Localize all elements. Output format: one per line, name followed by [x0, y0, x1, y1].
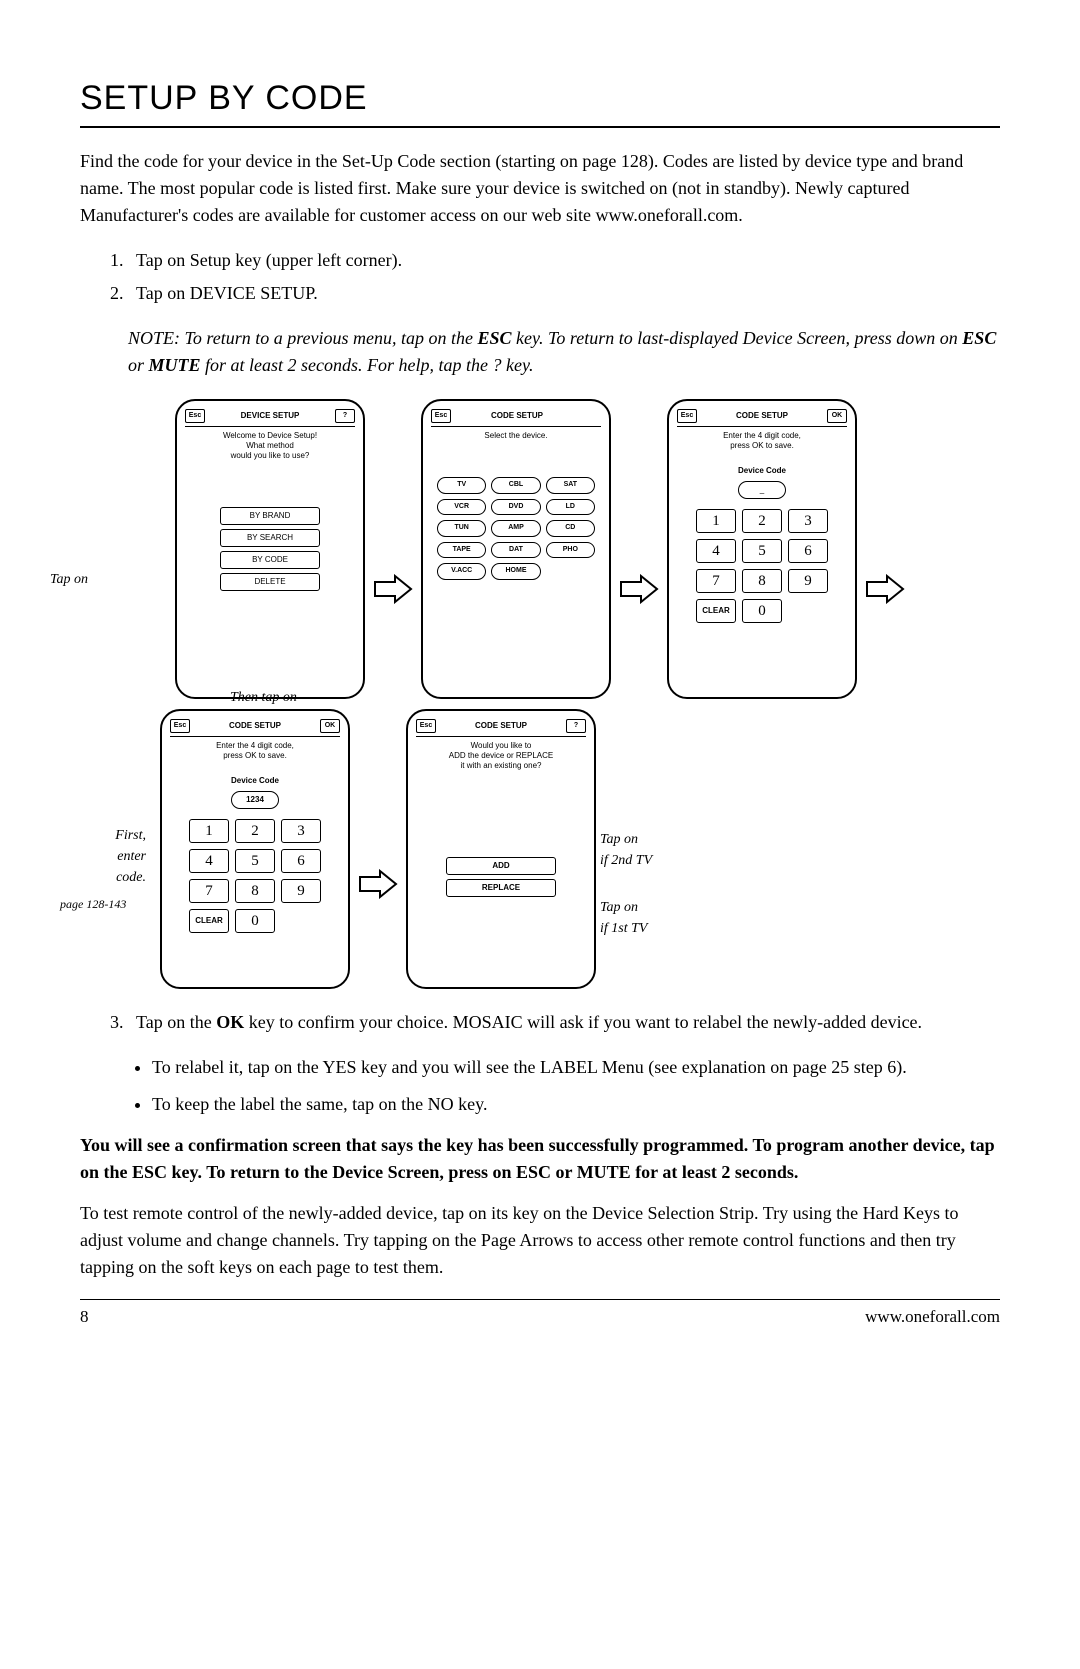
- annot-tap-on-1st: Tap onif 1st TV: [600, 897, 647, 939]
- by-search-button[interactable]: BY SEARCH: [220, 529, 320, 547]
- arrow-right-icon: [619, 574, 659, 604]
- remote3-sub: Enter the 4 digit code, press OK to save…: [683, 431, 841, 451]
- replace-button[interactable]: REPLACE: [446, 879, 556, 897]
- key-8[interactable]: 8: [235, 879, 275, 903]
- device-cd[interactable]: CD: [546, 520, 595, 537]
- device-amp[interactable]: AMP: [491, 520, 540, 537]
- diagram-area: Tap on Tap on Esc DEVICE SETUP ? Welcome…: [80, 399, 1000, 989]
- annot-tap-on-2nd: Tap onif 2nd TV: [600, 829, 652, 871]
- key-5[interactable]: 5: [235, 849, 275, 873]
- remote2-sub: Select the device.: [437, 431, 595, 441]
- key-4[interactable]: 4: [696, 539, 736, 563]
- device-tun[interactable]: TUN: [437, 520, 486, 537]
- step-3: Tap on the OK key to confirm your choice…: [128, 1009, 1000, 1036]
- remote2-title: CODE SETUP: [491, 410, 543, 422]
- ok-button[interactable]: OK: [827, 409, 847, 424]
- esc-button[interactable]: Esc: [170, 719, 190, 734]
- bullet-list: To relabel it, tap on the YES key and yo…: [80, 1054, 1000, 1118]
- device-dvd[interactable]: DVD: [491, 499, 540, 516]
- key-clear[interactable]: CLEAR: [189, 909, 229, 933]
- key-6[interactable]: 6: [788, 539, 828, 563]
- device-code-field: _: [738, 481, 786, 499]
- annot-first-enter-code: First,entercode.: [74, 825, 146, 888]
- key-clear[interactable]: CLEAR: [696, 599, 736, 623]
- diagram-row-1: Tap on Tap on Esc DEVICE SETUP ? Welcome…: [80, 399, 1000, 699]
- device-code-label: Device Code: [170, 775, 340, 787]
- device-home[interactable]: HOME: [491, 563, 540, 580]
- annot-then-tap-on: Then tap on: [230, 687, 297, 708]
- key-0[interactable]: 0: [235, 909, 275, 933]
- device-tv[interactable]: TV: [437, 477, 486, 494]
- page-title: SETUP BY CODE: [80, 73, 1000, 128]
- key-1[interactable]: 1: [189, 819, 229, 843]
- remote5-title: CODE SETUP: [475, 720, 527, 732]
- remote4-title: CODE SETUP: [229, 720, 281, 732]
- remote1-title: DEVICE SETUP: [241, 410, 300, 422]
- bullet-keep-label: To keep the label the same, tap on the N…: [152, 1091, 1000, 1118]
- arrow-right-icon: [358, 869, 398, 899]
- remote-enter-code-filled: Esc CODE SETUP OK Enter the 4 digit code…: [160, 709, 350, 989]
- bullet-relabel: To relabel it, tap on the YES key and yo…: [152, 1054, 1000, 1081]
- esc-button[interactable]: Esc: [416, 719, 436, 734]
- remote-select-device: Esc CODE SETUP Select the device. TV CBL…: [421, 399, 611, 699]
- arrow-right-icon: [373, 574, 413, 604]
- bold-closing: You will see a confirmation screen that …: [80, 1132, 1000, 1186]
- device-dat[interactable]: DAT: [491, 542, 540, 559]
- remote5-sub: Would you like to ADD the device or REPL…: [422, 741, 580, 771]
- key-6[interactable]: 6: [281, 849, 321, 873]
- device-code-label: Device Code: [677, 465, 847, 477]
- by-brand-button[interactable]: BY BRAND: [220, 507, 320, 525]
- step-3-list: Tap on the OK key to confirm your choice…: [80, 1009, 1000, 1036]
- help-button[interactable]: ?: [566, 719, 586, 734]
- remote3-title: CODE SETUP: [736, 410, 788, 422]
- device-cbl[interactable]: CBL: [491, 477, 540, 494]
- footer-url: www.oneforall.com: [865, 1304, 1000, 1330]
- remote-add-replace: Esc CODE SETUP ? Would you like to ADD t…: [406, 709, 596, 989]
- help-button[interactable]: ?: [335, 409, 355, 424]
- device-vcr[interactable]: VCR: [437, 499, 486, 516]
- diagram-row-2: Then tap on First,entercode. page 128-14…: [80, 709, 1000, 989]
- key-5[interactable]: 5: [742, 539, 782, 563]
- key-0[interactable]: 0: [742, 599, 782, 623]
- key-8[interactable]: 8: [742, 569, 782, 593]
- esc-button[interactable]: Esc: [185, 409, 205, 424]
- page-number: 8: [80, 1304, 89, 1330]
- key-4[interactable]: 4: [189, 849, 229, 873]
- annot-tap-on-bycode: Tap on: [50, 569, 88, 590]
- device-pho[interactable]: PHO: [546, 542, 595, 559]
- esc-button[interactable]: Esc: [677, 409, 697, 424]
- remote1-sub: Welcome to Device Setup! What method wou…: [191, 431, 349, 461]
- device-sat[interactable]: SAT: [546, 477, 595, 494]
- delete-button[interactable]: DELETE: [220, 573, 320, 591]
- arrow-right-icon: [865, 574, 905, 604]
- device-vacc[interactable]: V.ACC: [437, 563, 486, 580]
- device-ld[interactable]: LD: [546, 499, 595, 516]
- device-code-field: 1234: [231, 791, 279, 809]
- key-7[interactable]: 7: [189, 879, 229, 903]
- key-3[interactable]: 3: [788, 509, 828, 533]
- step-2: Tap on DEVICE SETUP.: [128, 280, 1000, 307]
- step-1: Tap on Setup key (upper left corner).: [128, 247, 1000, 274]
- key-9[interactable]: 9: [788, 569, 828, 593]
- key-2[interactable]: 2: [742, 509, 782, 533]
- add-button[interactable]: ADD: [446, 857, 556, 875]
- esc-button[interactable]: Esc: [431, 409, 451, 424]
- key-2[interactable]: 2: [235, 819, 275, 843]
- remote-device-setup: Esc DEVICE SETUP ? Welcome to Device Set…: [175, 399, 365, 699]
- key-1[interactable]: 1: [696, 509, 736, 533]
- page-ref: page 128-143: [60, 895, 126, 913]
- steps-list: Tap on Setup key (upper left corner). Ta…: [80, 247, 1000, 307]
- ok-button[interactable]: OK: [320, 719, 340, 734]
- remote-enter-code-blank: Esc CODE SETUP OK Enter the 4 digit code…: [667, 399, 857, 699]
- key-9[interactable]: 9: [281, 879, 321, 903]
- note-block: NOTE: To return to a previous menu, tap …: [128, 325, 1000, 379]
- by-code-button[interactable]: BY CODE: [220, 551, 320, 569]
- device-tape[interactable]: TAPE: [437, 542, 486, 559]
- final-paragraph: To test remote control of the newly-adde…: [80, 1200, 1000, 1281]
- key-7[interactable]: 7: [696, 569, 736, 593]
- intro-paragraph: Find the code for your device in the Set…: [80, 148, 1000, 229]
- remote4-sub: Enter the 4 digit code, press OK to save…: [176, 741, 334, 761]
- key-3[interactable]: 3: [281, 819, 321, 843]
- page-footer: 8 www.oneforall.com: [80, 1299, 1000, 1330]
